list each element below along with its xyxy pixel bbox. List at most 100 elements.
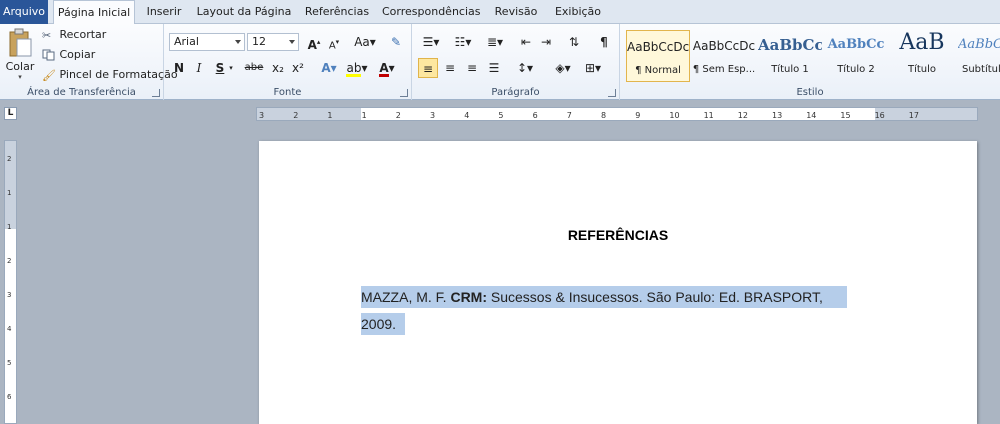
paint-bucket-icon: ◈ <box>555 61 565 75</box>
superscript-button[interactable]: x² <box>288 58 308 78</box>
tab-layout-da-pagina[interactable]: Layout da Página <box>196 0 292 24</box>
font-group-label: Fonte <box>273 87 302 98</box>
ruler-tick-label: 2 <box>7 257 12 265</box>
reference-author: MAZZA, M. F. <box>361 289 451 305</box>
copy-icon <box>42 49 55 61</box>
line-spacing-icon: ↕ <box>516 61 528 75</box>
tab-arquivo[interactable]: Arquivo <box>0 0 48 24</box>
dialog-launcher-icon[interactable] <box>608 89 616 97</box>
font-color-button[interactable]: A▾ <box>374 58 400 78</box>
align-center-icon: ≡ <box>444 61 456 75</box>
style-subtitulo[interactable]: AaBbCc Subtítulo <box>956 30 1000 82</box>
multilevel-list-button[interactable]: ≣▾ <box>482 32 508 52</box>
chevron-down-icon <box>235 40 241 44</box>
bold-button[interactable]: N <box>169 58 189 78</box>
ruler-tick-label: 4 <box>464 111 470 120</box>
tab-selector-button[interactable]: L <box>4 107 17 120</box>
shrink-font-button[interactable]: A▾ <box>324 32 344 52</box>
style-titulo-1[interactable]: AaBbCc Título 1 <box>758 30 822 82</box>
align-left-button[interactable]: ≡ <box>418 58 438 78</box>
style-titulo[interactable]: AaB Título <box>890 30 954 82</box>
chevron-down-icon[interactable]: ▾ <box>226 58 236 78</box>
text-effects-button[interactable]: A▾ <box>316 58 342 78</box>
ruler-area: L 3 2 1 1 2 3 4 5 6 7 8 9 10 11 12 13 14 15 16 17 <box>0 101 1000 125</box>
align-right-button[interactable]: ≡ <box>462 58 482 78</box>
align-center-button[interactable]: ≡ <box>440 58 460 78</box>
clear-formatting-button[interactable]: ✎ <box>386 32 406 52</box>
ruler-tick-label: 6 <box>532 111 538 120</box>
style-normal[interactable]: AaBbCcDc ¶ Normal <box>626 30 690 82</box>
sort-button[interactable]: ⇅ <box>564 32 584 52</box>
dialog-launcher-icon[interactable] <box>400 89 408 97</box>
align-right-icon: ≡ <box>466 61 478 75</box>
tab-pagina-inicial[interactable]: Página Inicial <box>53 0 135 25</box>
change-case-button[interactable]: Aa▾ <box>352 32 378 52</box>
horizontal-ruler[interactable]: 3 2 1 1 2 3 4 5 6 7 8 9 10 11 12 13 14 15 16 17 <box>256 107 978 121</box>
tab-correspondencias[interactable]: Correspondências <box>382 0 481 24</box>
style-name: ¶ Normal <box>635 65 681 76</box>
font-size-select[interactable]: 12 <box>247 33 299 51</box>
numbered-list-icon: ☷ <box>454 35 466 49</box>
sort-icon: ⇅ <box>568 35 580 49</box>
tab-referencias[interactable]: Referências <box>302 0 372 24</box>
copy-button[interactable]: Copiar <box>42 48 95 61</box>
strikethrough-button[interactable]: abe <box>242 58 266 78</box>
style-titulo-2[interactable]: AaBbCc Título 2 <box>824 30 888 82</box>
ruler-tick-label: 4 <box>7 325 12 333</box>
font-group: Arial 12 A▴ A▾ Aa▾ ✎ N I S ▾ abe x₂ x² A… <box>164 24 412 100</box>
style-preview: AaBbCcDc <box>627 40 689 54</box>
highlight-button[interactable]: ab▾ <box>344 58 370 78</box>
ruler-tick-label: 2 <box>395 111 401 120</box>
grow-font-button[interactable]: A▴ <box>304 32 324 52</box>
paste-label: Colar <box>5 60 35 73</box>
style-preview: AaB <box>899 30 945 55</box>
ruler-tick-label: 1 <box>7 189 12 197</box>
shading-button[interactable]: ◈▾ <box>550 58 576 78</box>
decrease-indent-button[interactable]: ⇤ <box>516 32 536 52</box>
style-preview: AaBbCcDc <box>692 39 756 53</box>
highlighter-icon: ab <box>346 61 362 77</box>
tab-revisao[interactable]: Revisão <box>490 0 542 24</box>
document-page[interactable]: REFERÊNCIAS MAZZA, M. F. CRM: Sucessos &… <box>259 141 977 424</box>
subscript-button[interactable]: x₂ <box>268 58 288 78</box>
font-family-select[interactable]: Arial <box>169 33 245 51</box>
style-sem-espacamento[interactable]: AaBbCcDc ¶ Sem Esp... <box>692 30 756 82</box>
ruler-tick-label: 5 <box>498 111 504 120</box>
show-marks-button[interactable]: ¶ <box>594 32 614 52</box>
line-spacing-button[interactable]: ↕▾ <box>512 58 538 78</box>
reference-line-1[interactable]: MAZZA, M. F. CRM: Sucessos & Insucessos.… <box>361 286 847 308</box>
paragraph-group-label: Parágrafo <box>491 87 540 98</box>
ruler-tick-label: 1 <box>361 111 367 120</box>
increase-indent-button[interactable]: ⇥ <box>536 32 556 52</box>
ruler-tick-label: 9 <box>635 111 641 120</box>
numbering-button[interactable]: ☷▾ <box>450 32 476 52</box>
chevron-down-icon: ▾ <box>18 73 22 81</box>
borders-button[interactable]: ⊞▾ <box>580 58 606 78</box>
bullets-button[interactable]: ☰▾ <box>418 32 444 52</box>
ruler-left-margin <box>257 108 361 120</box>
ruler-tick-label: 15 <box>840 111 851 120</box>
ruler-tick-label: 1 <box>7 223 12 231</box>
vertical-ruler[interactable]: 2 1 1 2 3 4 5 6 <box>4 140 17 424</box>
ruler-tick-label: 7 <box>566 111 572 120</box>
font-size-value: 12 <box>252 35 266 48</box>
italic-button[interactable]: I <box>189 58 209 78</box>
tab-inserir[interactable]: Inserir <box>140 0 188 24</box>
justify-button[interactable]: ☰ <box>484 58 504 78</box>
dialog-launcher-icon[interactable] <box>152 89 160 97</box>
paste-button[interactable]: Colar ▾ <box>4 28 36 84</box>
tab-exibicao[interactable]: Exibição <box>550 0 606 24</box>
cut-button[interactable]: ✂ Recortar <box>42 28 106 42</box>
ruler-tick-label: 12 <box>737 111 748 120</box>
format-painter-button[interactable]: 🖌 Pincel de Formatação <box>42 68 178 82</box>
brush-icon: 🖌 <box>42 68 56 82</box>
ruler-tick-label: 6 <box>7 393 12 401</box>
clipboard-group-label: Área de Transferência <box>27 87 136 98</box>
ruler-tick-label: 2 <box>7 155 12 163</box>
ruler-tick-label: 16 <box>874 111 885 120</box>
reference-line-2[interactable]: 2009. <box>361 313 405 335</box>
ruler-tick-label: 11 <box>703 111 714 120</box>
style-preview: AaBbCc <box>958 37 1000 52</box>
format-painter-label: Pincel de Formatação <box>59 68 178 81</box>
font-color-icon: A <box>379 61 389 77</box>
